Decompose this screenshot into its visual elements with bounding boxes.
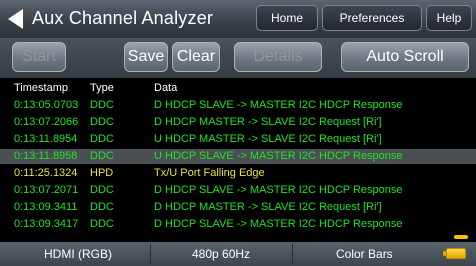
details-button[interactable]: Details bbox=[234, 42, 322, 72]
timestamp-cell: 0:13:07.2071 bbox=[14, 184, 79, 196]
battery-icon bbox=[443, 248, 466, 259]
timestamp-cell: 0:13:07.2066 bbox=[14, 116, 79, 128]
timestamp-cell: 0:13:11.8954 bbox=[14, 133, 78, 145]
table-row[interactable]: 0:13:11.8958 DDC U HDCP SLAVE -> MASTER I2… bbox=[0, 149, 476, 164]
type-cell: DDC bbox=[90, 201, 114, 213]
data-cell: D HDCP SLAVE -> MASTER I2C HDCP Response bbox=[154, 99, 403, 111]
table-row[interactable]: 0:13:09.3411 DDC D HDCP MASTER -> SLAVE I2… bbox=[0, 200, 476, 215]
table-row[interactable]: 0:13:07.2071 DDC D HDCP SLAVE -> MASTER I2… bbox=[0, 183, 476, 198]
title-bar: Aux Channel Analyzer Home Preferences He… bbox=[0, 0, 476, 38]
home-button[interactable]: Home bbox=[256, 5, 318, 31]
timestamp-cell: 0:13:09.3417 bbox=[14, 218, 79, 230]
timestamp-cell: 0:11:25.1324 bbox=[14, 167, 78, 179]
divider bbox=[292, 244, 293, 264]
timestamp-cell: 0:13:09.3411 bbox=[14, 201, 78, 213]
column-header-type: Type bbox=[90, 82, 114, 94]
status-indicator bbox=[454, 235, 468, 239]
data-cell: Tx/U Port Falling Edge bbox=[154, 167, 265, 179]
help-button[interactable]: Help bbox=[426, 5, 472, 31]
table-row[interactable]: 0:13:09.3417 DDC D HDCP SLAVE -> MASTER I2… bbox=[0, 217, 476, 232]
auto-scroll-button[interactable]: Auto Scroll bbox=[341, 42, 469, 72]
table-row[interactable]: 0:13:07.2066 DDC D HDCP MASTER -> SLAVE I2… bbox=[0, 115, 476, 130]
table-row[interactable]: 0:13:11.8954 DDC U HDCP MASTER -> SLAVE I2… bbox=[0, 132, 476, 147]
type-cell: DDC bbox=[90, 184, 114, 196]
start-button[interactable]: Start bbox=[12, 42, 66, 72]
input-resolution-status[interactable]: HDMI (RGB) bbox=[44, 247, 112, 261]
data-cell: D HDCP MASTER -> SLAVE I2C Request [Ri'] bbox=[154, 116, 382, 128]
test-pattern-status[interactable]: Color Bars bbox=[336, 247, 393, 261]
timestamp-cell: 0:13:05.0703 bbox=[14, 99, 79, 111]
clear-button[interactable]: Clear bbox=[172, 42, 220, 72]
event-log-table: Timestamp Type Data 0:13:05.0703 DDC D HDC… bbox=[0, 78, 476, 235]
preferences-button[interactable]: Preferences bbox=[322, 5, 422, 31]
type-cell: DDC bbox=[90, 150, 114, 162]
status-bar: HDMI (RGB) 480p 60Hz Color Bars bbox=[0, 242, 476, 266]
data-cell: U HDCP SLAVE -> MASTER I2C HDCP Response bbox=[154, 150, 403, 162]
data-cell: U HDCP MASTER -> SLAVE I2C Request [Ri'] bbox=[154, 133, 382, 145]
data-cell: D HDCP MASTER -> SLAVE I2C Request [Ri'] bbox=[154, 201, 382, 213]
table-row[interactable]: 0:13:05.0703 DDC D HDCP SLAVE -> MASTER I2… bbox=[0, 98, 476, 113]
timestamp-cell: 0:13:11.8958 bbox=[14, 150, 78, 162]
table-row[interactable]: 0:11:25.1324 HPD Tx/U Port Falling Edge bbox=[0, 166, 476, 181]
data-cell: D HDCP SLAVE -> MASTER I2C HDCP Response bbox=[154, 218, 403, 230]
toolbar: Start Save Clear Details Auto Scroll bbox=[0, 38, 476, 78]
type-cell: DDC bbox=[90, 218, 114, 230]
type-cell: DDC bbox=[90, 133, 114, 145]
data-cell: D HDCP SLAVE -> MASTER I2C HDCP Response bbox=[154, 184, 403, 196]
type-cell: HPD bbox=[90, 167, 114, 179]
table-header: Timestamp Type Data bbox=[0, 79, 476, 96]
back-arrow-icon[interactable] bbox=[8, 9, 23, 29]
video-format-status[interactable]: 480p 60Hz bbox=[192, 247, 250, 261]
save-button[interactable]: Save bbox=[124, 42, 168, 72]
column-header-timestamp: Timestamp bbox=[14, 82, 68, 94]
column-header-data: Data bbox=[154, 82, 178, 94]
type-cell: DDC bbox=[90, 116, 114, 128]
type-cell: DDC bbox=[90, 99, 114, 111]
page-title: Aux Channel Analyzer bbox=[32, 8, 214, 28]
divider bbox=[150, 244, 151, 264]
